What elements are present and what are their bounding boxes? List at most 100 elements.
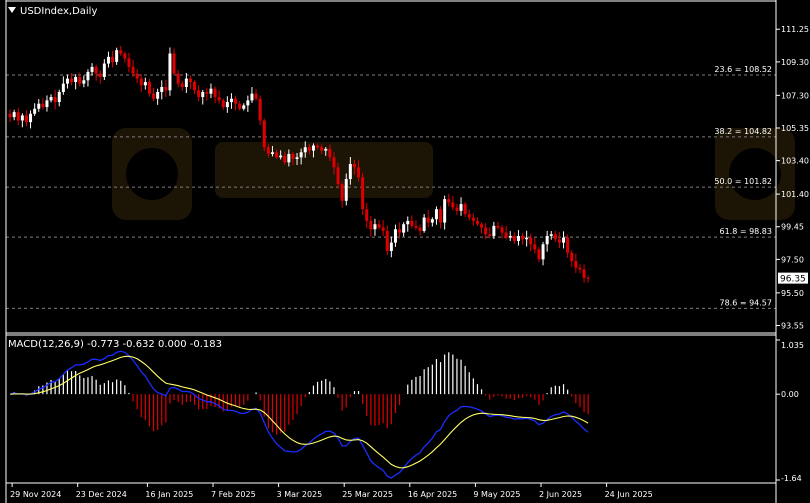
macd-panel — [9, 350, 589, 479]
fib-label-2: 50.0 = 101.82 — [714, 177, 772, 186]
candle-body-37 — [160, 86, 164, 93]
candle-body-131 — [545, 235, 549, 245]
candle-body-79 — [332, 157, 336, 168]
candle-body-110 — [459, 204, 463, 211]
candle-body-63 — [266, 147, 270, 154]
candle-body-1 — [12, 112, 16, 118]
candle-body-91 — [381, 227, 385, 231]
candle-body-139 — [578, 267, 582, 270]
candle-body-19 — [86, 71, 90, 81]
time-tick-label-0: 29 Nov 2024 — [10, 490, 61, 499]
time-tick-label-5: 25 Mar 2025 — [342, 490, 393, 499]
candle-body-83 — [348, 163, 352, 180]
candle-body-25 — [111, 56, 115, 62]
candle-body-61 — [258, 98, 262, 121]
candle-body-62 — [262, 120, 266, 148]
price-tick-label-6: 105.35 — [781, 124, 809, 133]
candle-body-32 — [139, 78, 143, 86]
candle-body-129 — [537, 249, 541, 260]
candle-body-52 — [221, 100, 225, 108]
candle-body-15 — [70, 78, 74, 82]
macd-tick-label-1: 0.00 — [781, 390, 799, 399]
fib-label-0: 23.6 = 108.52 — [714, 65, 772, 74]
candle-body-33 — [143, 81, 147, 86]
price-tick-label-2: 97.50 — [781, 255, 804, 264]
time-tick-label-9: 24 Jun 2025 — [605, 490, 653, 499]
price-tick-label-5: 103.40 — [781, 157, 809, 166]
candle-body-132 — [549, 234, 553, 236]
candle-body-85 — [357, 167, 361, 178]
candle-body-87 — [365, 209, 369, 221]
candle-body-20 — [90, 66, 94, 72]
watermark-circle-right — [729, 148, 781, 200]
time-tick-label-7: 9 May 2025 — [473, 490, 520, 499]
candle-body-58 — [246, 100, 250, 106]
candle-body-54 — [229, 98, 233, 103]
candle-body-7 — [37, 103, 41, 109]
candle-body-40 — [172, 53, 176, 74]
candle-body-49 — [209, 88, 213, 94]
candle-body-65 — [275, 152, 279, 158]
price-tick-label-7: 107.30 — [781, 91, 809, 100]
candle-body-59 — [250, 93, 254, 101]
candle-body-121 — [504, 232, 508, 238]
candle-body-81 — [340, 184, 344, 201]
candle-body-55 — [234, 98, 238, 104]
candle-body-96 — [402, 224, 406, 233]
price-tick-label-8: 109.30 — [781, 58, 809, 67]
candle-body-77 — [324, 148, 328, 151]
candle-body-94 — [393, 229, 397, 243]
time-tick-label-3: 7 Feb 2025 — [211, 490, 256, 499]
candle-body-21 — [94, 66, 98, 74]
candle-body-117 — [488, 234, 492, 236]
candle-body-113 — [471, 217, 475, 221]
candle-body-72 — [303, 147, 307, 153]
time-axis: 29 Nov 2024 23 Dec 2024 16 Jan 2025 7 Feb 2… — [10, 483, 653, 499]
candle-body-108 — [451, 202, 455, 208]
candle-body-6 — [33, 108, 37, 114]
candle-body-41 — [176, 73, 180, 84]
candle-body-11 — [53, 97, 57, 103]
candle-body-69 — [291, 153, 295, 159]
candle-body-82 — [344, 179, 348, 201]
candle-body-140 — [582, 269, 586, 278]
candle-body-125 — [521, 235, 525, 240]
price-chart[interactable]: 23.6 = 108.52 38.2 = 104.82 50.0 = 101.82 6… — [0, 0, 810, 503]
price-tick-label-1: 95.50 — [781, 289, 804, 298]
candle-body-103 — [430, 219, 434, 223]
candle-body-126 — [525, 237, 529, 240]
candle-body-30 — [131, 66, 135, 74]
fib-label-4: 78.6 = 94.57 — [719, 298, 772, 307]
candle-body-70 — [295, 157, 299, 159]
candle-body-93 — [389, 242, 393, 252]
candle-body-105 — [439, 209, 443, 223]
fibonacci-levels: 23.6 = 108.52 38.2 = 104.82 50.0 = 101.82 6… — [6, 65, 776, 309]
candle-body-17 — [78, 76, 82, 84]
candle-body-29 — [127, 58, 131, 67]
macd-tick-label-2: -1.64 — [781, 474, 802, 483]
candle-body-123 — [512, 235, 516, 241]
price-tick-label-3: 99.45 — [781, 223, 804, 232]
candle-body-0 — [8, 113, 12, 118]
candle-body-84 — [352, 163, 356, 168]
candle-body-51 — [217, 97, 221, 101]
price-tick-label-0: 93.55 — [781, 321, 804, 330]
candle-body-86 — [361, 177, 365, 210]
candle-body-88 — [369, 220, 373, 230]
candle-body-60 — [254, 93, 258, 99]
candle-body-75 — [316, 145, 320, 148]
candle-body-18 — [82, 80, 86, 84]
candle-body-35 — [152, 93, 156, 99]
candle-body-44 — [188, 78, 192, 82]
candle-body-46 — [197, 90, 201, 98]
candle-body-3 — [20, 115, 24, 121]
candle-body-36 — [156, 92, 160, 99]
candle-body-114 — [475, 220, 479, 225]
watermark-circle-left — [126, 148, 178, 200]
candle-body-136 — [566, 237, 570, 253]
candle-body-64 — [270, 152, 274, 154]
candle-body-43 — [184, 78, 188, 87]
candle-body-34 — [147, 81, 151, 94]
candle-body-76 — [320, 147, 324, 151]
price-tick-label-9: 111.25 — [781, 25, 809, 34]
